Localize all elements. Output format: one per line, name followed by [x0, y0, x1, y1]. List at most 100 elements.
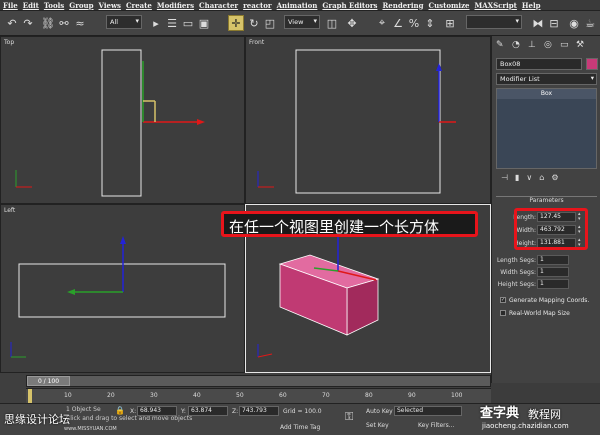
menu-item-customize[interactable]: Customize	[429, 1, 470, 10]
menu-item-graph-editors[interactable]: Graph Editors	[322, 1, 377, 10]
menu-item-character[interactable]: Character	[199, 1, 238, 10]
timeline-tick-label: 90	[408, 392, 416, 399]
remove-modifier-icon[interactable]: ⌂	[539, 173, 544, 186]
height-segs-field[interactable]: 1	[537, 279, 569, 289]
modifier-stack[interactable]: Box	[496, 88, 597, 169]
top-viewport-scene	[15, 49, 205, 197]
select-by-name-icon[interactable]: ☰	[164, 15, 180, 31]
timeline-tick-label: 80	[365, 392, 373, 399]
time-slider-track[interactable]: 0 / 100	[26, 375, 491, 387]
real-world-map-label: Real-World Map Size	[509, 309, 570, 317]
lock-selection-icon[interactable]: 🔒	[115, 406, 125, 415]
menu-item-modifiers[interactable]: Modifiers	[157, 1, 194, 10]
y-label: Y:	[181, 408, 186, 415]
bind-space-warp-icon[interactable]: ≈	[72, 15, 88, 31]
key-mode-dropdown[interactable]: Selected	[394, 406, 462, 416]
watermark-url-right: jiaocheng.chazidian.com	[482, 422, 569, 430]
stack-toolbar: ⊣ ▮ ∨ ⌂ ⚙	[496, 173, 597, 186]
utilities-tab-icon[interactable]: ⚒	[576, 40, 590, 53]
viewport-top[interactable]: Top	[0, 36, 245, 204]
select-and-rotate-icon[interactable]: ↻	[246, 15, 262, 31]
window-crossing-icon[interactable]: ▣	[196, 15, 212, 31]
percent-snap-icon[interactable]: %	[406, 15, 422, 31]
timeline-tick-label: 100	[451, 392, 463, 399]
menu-item-group[interactable]: Group	[69, 1, 93, 10]
height-segs-row: Height Segs: 1	[492, 279, 600, 290]
undo-icon[interactable]: ↶	[4, 15, 20, 31]
key-icon[interactable]: ⚿	[345, 410, 353, 424]
menu-item-rendering[interactable]: Rendering	[382, 1, 423, 10]
link-icon[interactable]: ⛓	[40, 15, 56, 31]
width-segs-label: Width Segs:	[500, 269, 536, 276]
object-color-swatch[interactable]	[586, 58, 598, 70]
real-world-map-checkbox[interactable]: Real-World Map Size	[500, 308, 600, 318]
configure-sets-icon[interactable]: ⚙	[551, 173, 558, 186]
watermark-left: 思缘设计论坛	[4, 413, 70, 426]
make-unique-icon[interactable]: ∨	[526, 173, 532, 186]
set-key-button[interactable]: Set Key	[366, 422, 389, 429]
pin-stack-icon[interactable]: ⊣	[501, 173, 508, 186]
menu-item-animation[interactable]: Animation	[277, 1, 318, 10]
mirror-icon[interactable]: ⧓	[530, 15, 546, 31]
create-tab-icon[interactable]: ✎	[496, 40, 510, 53]
modify-tab-icon[interactable]: ◔	[512, 40, 526, 53]
time-slider-thumb[interactable]: 0 / 100	[27, 376, 70, 386]
spinner-snap-icon[interactable]: ⇕	[422, 15, 438, 31]
main-toolbar: ↶ ↷ ⛓ ⚯ ≈ All ▸ ☰ ▭ ▣ ✛ ↻ ◰ View ◫ ✥ ⌖ ∠…	[0, 11, 600, 36]
object-name-field[interactable]: Box08	[496, 58, 582, 70]
annotation-box: 在任一个视图里创建一个长方体	[221, 211, 478, 237]
modifier-stack-item[interactable]: Box	[497, 89, 596, 99]
x-coordinate-field[interactable]: 68.943	[137, 406, 177, 416]
y-coordinate-field[interactable]: 63.874	[188, 406, 228, 416]
grid-size: Grid = 100.0	[283, 408, 322, 415]
z-coordinate-field[interactable]: 743.793	[239, 406, 279, 416]
material-editor-icon[interactable]: ◉	[566, 15, 582, 31]
timeline-tick-label: 30	[150, 392, 158, 399]
watermark-logo: 查字典	[480, 406, 520, 421]
menu-item-create[interactable]: Create	[126, 1, 152, 10]
menu-item-help[interactable]: Help	[522, 1, 541, 10]
select-manipulate-icon[interactable]: ✥	[344, 15, 360, 31]
viewport-left[interactable]: Left	[0, 204, 245, 373]
menu-item-reactor[interactable]: reactor	[243, 1, 272, 10]
length-segs-field[interactable]: 1	[537, 255, 569, 265]
menu-item-edit[interactable]: Edit	[23, 1, 39, 10]
named-selection-icon[interactable]: ⊞	[442, 15, 458, 31]
width-segs-field[interactable]: 1	[537, 267, 569, 277]
named-selection-sets-dropdown[interactable]	[466, 15, 522, 29]
viewport-front[interactable]: Front	[245, 36, 491, 204]
unlink-icon[interactable]: ⚯	[56, 15, 72, 31]
menu-item-tools[interactable]: Tools	[44, 1, 64, 10]
generate-mapping-checkbox[interactable]: ✓ Generate Mapping Coords.	[500, 295, 600, 305]
key-filters-button[interactable]: Key Filters...	[418, 422, 455, 429]
reference-coordinate-dropdown[interactable]: View	[284, 15, 320, 29]
left-viewport-scene	[10, 236, 226, 358]
render-icon[interactable]: ☕	[582, 15, 598, 31]
select-and-move-icon[interactable]: ✛	[228, 15, 244, 31]
select-object-icon[interactable]: ▸	[148, 15, 164, 31]
redo-icon[interactable]: ↷	[20, 15, 36, 31]
add-time-tag-button[interactable]: Add Time Tag	[280, 424, 320, 431]
watermark-sub: 教程网	[528, 408, 561, 421]
menu-item-file[interactable]: File	[3, 1, 18, 10]
track-bar[interactable]: 10 20 30 40 50 60 70 80 90 100	[26, 388, 491, 403]
align-icon[interactable]: ⊟	[546, 15, 562, 31]
menu-item-views[interactable]: Views	[99, 1, 121, 10]
display-tab-icon[interactable]: ▭	[560, 40, 574, 53]
show-end-result-icon[interactable]: ▮	[515, 173, 519, 186]
hierarchy-tab-icon[interactable]: ⊥	[528, 40, 542, 53]
modifier-list-dropdown[interactable]: Modifier List ▾	[496, 73, 597, 85]
timeline-tick-label: 50	[236, 392, 244, 399]
select-and-scale-icon[interactable]: ◰	[262, 15, 278, 31]
menu-item-maxscript[interactable]: MAXScript	[475, 1, 517, 10]
angle-snap-icon[interactable]: ∠	[390, 15, 406, 31]
parameters-rollout-title[interactable]: Parameters	[496, 196, 597, 205]
timeline-tick-label: 60	[279, 392, 287, 399]
snaps-toggle-icon[interactable]: ⌖	[374, 15, 390, 31]
pivot-center-icon[interactable]: ◫	[324, 15, 340, 31]
selection-filter-dropdown[interactable]: All	[106, 15, 142, 29]
rectangular-selection-icon[interactable]: ▭	[180, 15, 196, 31]
motion-tab-icon[interactable]: ◎	[544, 40, 558, 53]
auto-key-button[interactable]: Auto Key	[366, 408, 393, 415]
height-segs-label: Height Segs:	[497, 281, 536, 288]
